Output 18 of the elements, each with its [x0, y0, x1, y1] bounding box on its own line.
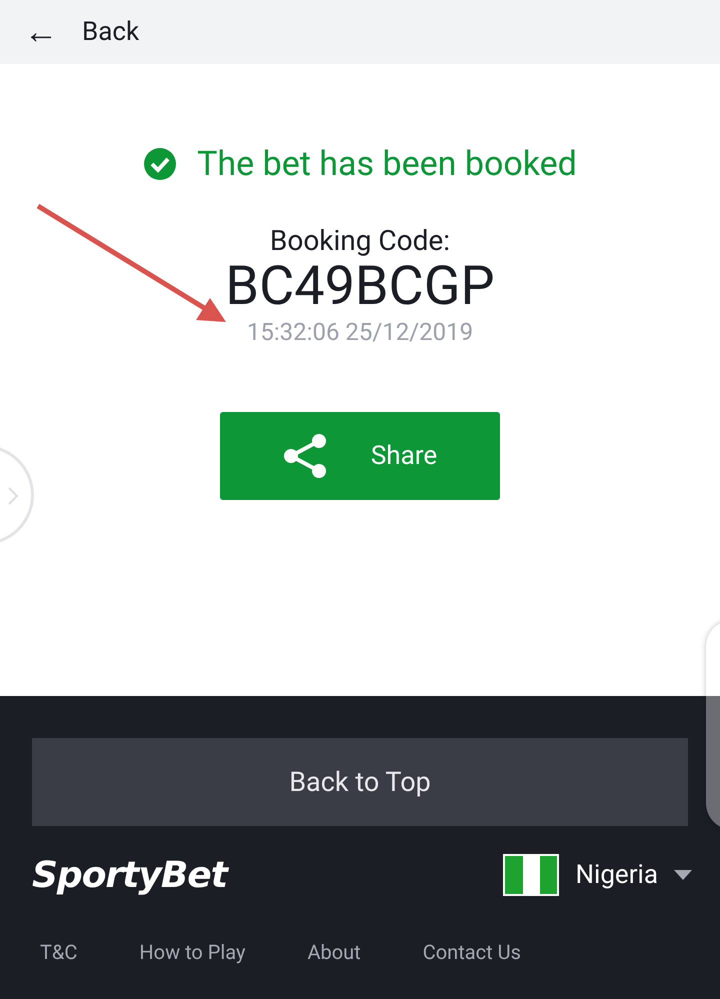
booking-code-label: Booking Code:: [270, 224, 450, 257]
back-link[interactable]: Back: [82, 17, 140, 47]
flag-icon: [503, 854, 560, 896]
footer-link[interactable]: Contact Us: [422, 940, 521, 964]
footer-link[interactable]: T&C: [40, 940, 78, 964]
timestamp: 15:32:06 25/12/2019: [246, 318, 474, 346]
footer-link[interactable]: How to Play: [139, 940, 246, 964]
back-arrow[interactable]: ←: [24, 15, 58, 49]
footer-link[interactable]: About: [307, 940, 361, 964]
share-button[interactable]: Share: [220, 412, 500, 500]
logo: SportyBet: [32, 854, 227, 896]
caret-icon[interactable]: [674, 870, 692, 880]
country-selector[interactable]: Nigeria: [575, 860, 658, 890]
share-icon: [282, 433, 327, 480]
booking-code: BC49BCGP: [225, 257, 495, 316]
success-message: The bet has been booked: [197, 144, 577, 184]
check-circle-icon: [143, 147, 178, 181]
back-to-top-button[interactable]: Back to Top: [32, 738, 688, 826]
